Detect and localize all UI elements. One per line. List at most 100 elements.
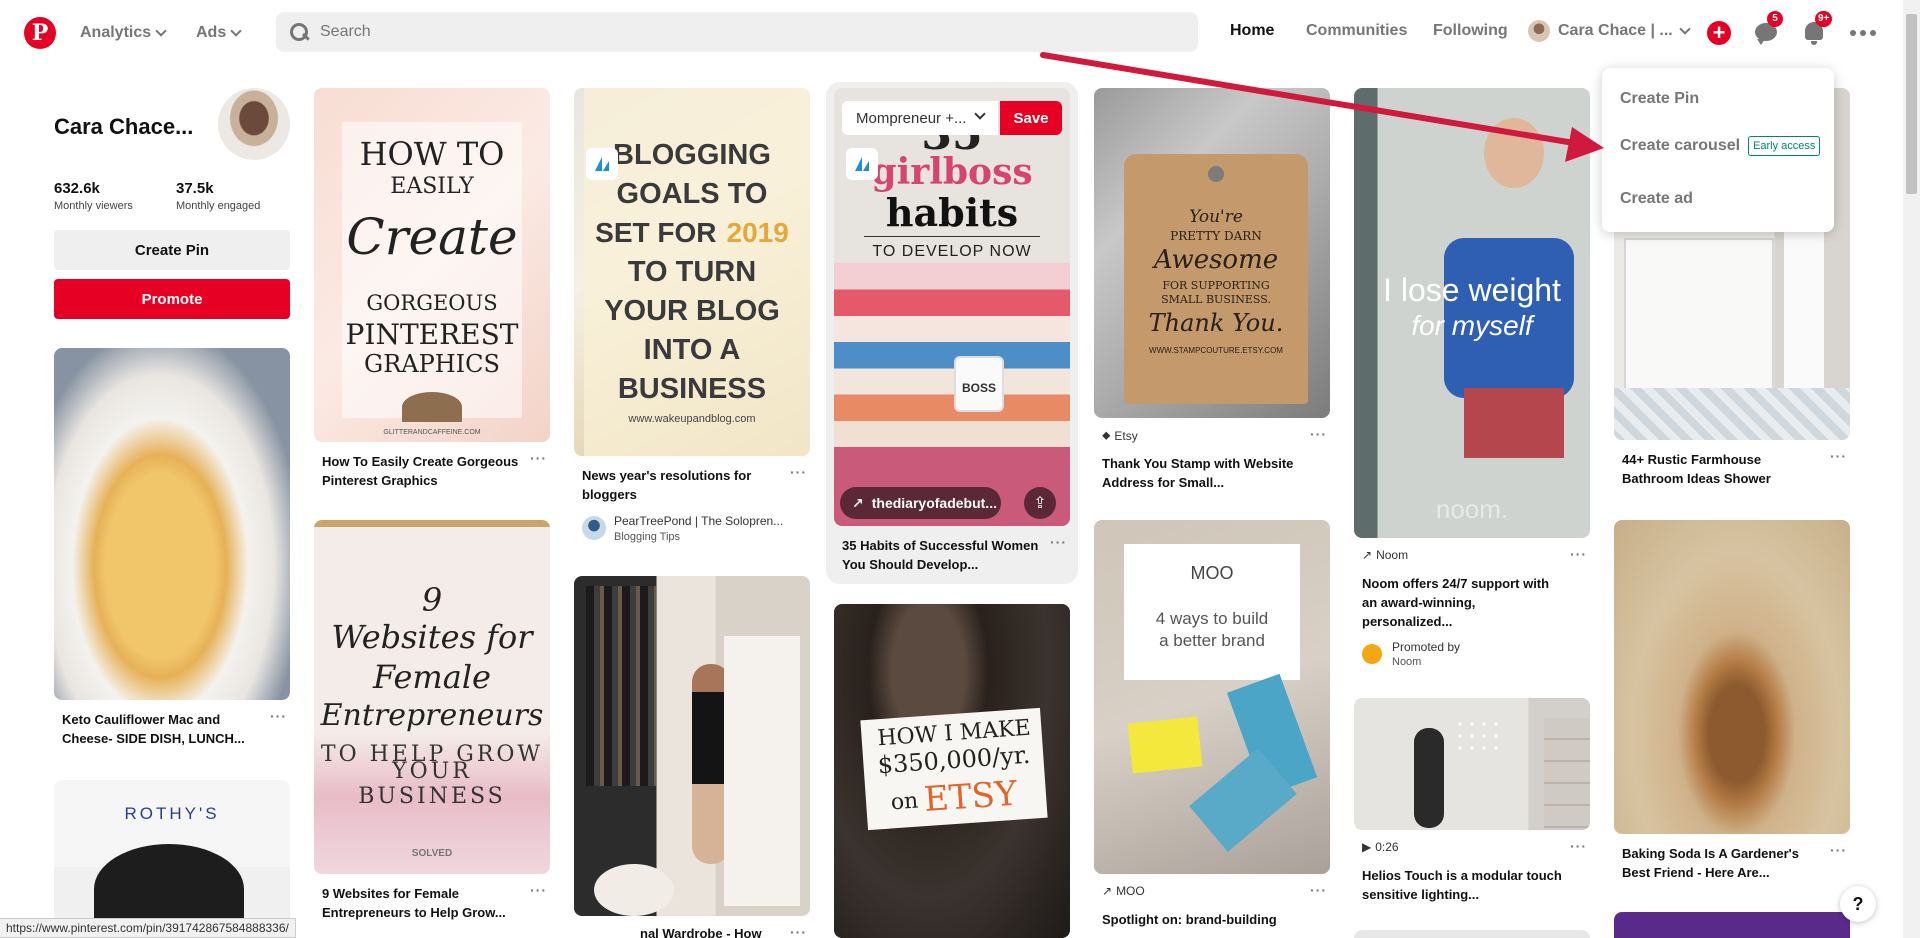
messages-button[interactable]: 5 xyxy=(1753,11,1783,45)
create-plus-button[interactable]: + xyxy=(1707,21,1731,45)
board-select-dropdown[interactable]: Mompreneur +... xyxy=(842,101,998,135)
notifications-button[interactable]: 9+ xyxy=(1801,11,1833,45)
pin-title[interactable]: Thank You Stamp with Website Address for… xyxy=(1102,454,1302,492)
save-button[interactable]: Save xyxy=(1000,101,1062,135)
status-bar-url: https://www.pinterest.com/pin/3917428675… xyxy=(0,918,296,938)
noom-logo-icon[interactable] xyxy=(1362,644,1382,664)
pin-image-thank-you-tag[interactable]: You're PRETTY DARN Awesome FOR SUPPORTIN… xyxy=(1094,88,1330,418)
menu-item-create-carousel[interactable]: Create carousel Early access xyxy=(1620,136,1821,156)
search-icon xyxy=(290,23,308,41)
img-text: noom. xyxy=(1435,493,1509,524)
pin-title[interactable]: Baking Soda Is A Gardener's Best Friend … xyxy=(1622,844,1822,882)
img-text: 9 xyxy=(421,581,443,619)
pin-more-icon[interactable]: ··· xyxy=(1310,882,1327,898)
pin-title[interactable]: nal Wardrobe - How xyxy=(640,924,770,938)
pin-title[interactable]: Helios Touch is a modular touch sensitiv… xyxy=(1362,866,1562,904)
pin-source[interactable]: ↗ Noom xyxy=(1362,548,1408,562)
pin-more-icon[interactable]: ··· xyxy=(1570,546,1587,562)
pin-title[interactable]: Keto Cauliflower Mac and Cheese- SIDE DI… xyxy=(62,710,262,748)
img-text: YOUR BUSINESS xyxy=(358,759,506,809)
promote-button[interactable]: Promote xyxy=(54,279,290,319)
pin-title[interactable]: Spotlight on: brand-building xyxy=(1102,910,1302,929)
pin-image-moo[interactable]: MOO 4 ways to build a better brand xyxy=(1094,520,1330,874)
pin-image-helios-touch[interactable] xyxy=(1354,698,1590,830)
monthly-engaged-label: Monthly engaged xyxy=(176,200,261,212)
pin-title[interactable]: News year's resolutions for bloggers xyxy=(582,466,782,504)
pin-image-rothys[interactable]: ROTHY'S xyxy=(54,780,290,938)
pin-title[interactable]: Noom offers 24/7 support with an award-w… xyxy=(1362,574,1562,631)
video-duration-label: 0:26 xyxy=(1375,840,1399,854)
img-text: 2019 xyxy=(726,217,789,248)
img-text: habits xyxy=(885,189,1019,235)
img-text: GRAPHICS xyxy=(364,350,500,378)
pin-image-etsy-income[interactable]: HOW I MAKE $350,000/yr. on ETSY xyxy=(834,604,1070,938)
pin-more-icon[interactable]: ··· xyxy=(1310,426,1327,442)
img-text: PRETTY DARN xyxy=(1170,229,1262,243)
messages-badge: 5 xyxy=(1767,11,1783,27)
profile-menu[interactable]: Cara Chace | ... xyxy=(1528,20,1691,42)
pinterest-logo-icon[interactable]: P xyxy=(24,17,56,49)
pin-more-icon[interactable]: ··· xyxy=(530,882,547,898)
chevron-down-icon xyxy=(155,24,167,37)
share-icon[interactable]: ⇪ xyxy=(1024,487,1056,519)
profile-name[interactable]: Cara Chace... xyxy=(54,114,193,140)
ads-label: Ads xyxy=(196,24,227,41)
nav-communities[interactable]: Communities xyxy=(1306,22,1407,40)
pin-image-blogging-goals[interactable]: BLOGGING GOALS TO SET FOR 2019 TO TURN Y… xyxy=(574,88,810,456)
pin-more-icon[interactable]: ··· xyxy=(1830,842,1847,858)
pin-image-baking-soda[interactable] xyxy=(1614,520,1850,834)
nav-home[interactable]: Home xyxy=(1230,22,1274,40)
pin-image-create-graphics[interactable]: HOW TO EASILY Create GORGEOUS PINTEREST … xyxy=(314,88,550,442)
sail-logo-icon xyxy=(846,148,878,180)
img-text: MOO xyxy=(1190,562,1234,583)
pin-title[interactable]: How To Easily Create Gorgeous Pinterest … xyxy=(322,452,522,490)
pin-image-cauliflower[interactable] xyxy=(54,348,290,700)
avatar[interactable] xyxy=(582,516,606,540)
pin-more-icon[interactable]: ··· xyxy=(1830,448,1847,464)
pin-more-icon[interactable]: ··· xyxy=(790,924,807,938)
pin-image-noom[interactable]: I lose weight for myself noom. xyxy=(1354,88,1590,538)
pin-source[interactable]: ↗ MOO xyxy=(1102,884,1145,898)
pin-title[interactable]: 35 Habits of Successful Women You Should… xyxy=(842,536,1052,574)
create-pin-button[interactable]: Create Pin xyxy=(54,230,290,270)
menu-item-create-ad[interactable]: Create ad xyxy=(1620,190,1693,208)
pin-user-name[interactable]: PearTreePond | The Solopren... xyxy=(614,514,783,528)
monthly-viewers-value: 632.6k xyxy=(54,180,100,197)
analytics-label: Analytics xyxy=(80,24,152,41)
pin-source[interactable]: ⬥ Etsy xyxy=(1102,428,1138,443)
nav-following[interactable]: Following xyxy=(1433,22,1508,40)
pin-more-icon[interactable]: ··· xyxy=(790,464,807,480)
pin-more-icon[interactable]: ··· xyxy=(270,708,287,724)
pin-more-icon[interactable]: ··· xyxy=(530,450,547,466)
pin-image-9-websites[interactable]: 9 Websites for Female Entrepreneurs TO H… xyxy=(314,520,550,874)
pin-title[interactable]: 9 Websites for Female Entrepreneurs to H… xyxy=(322,884,522,922)
promoter-name[interactable]: Noom xyxy=(1392,656,1421,668)
pin-image-partial[interactable] xyxy=(1354,930,1590,938)
monthly-viewers-label: Monthly viewers xyxy=(54,200,133,212)
pin-more-icon[interactable]: ··· xyxy=(1050,534,1067,550)
source-link-label: thediaryofadebut... xyxy=(871,495,997,511)
search-input[interactable] xyxy=(320,23,1180,41)
search-bar[interactable] xyxy=(276,12,1198,52)
pin-board-name[interactable]: Blogging Tips xyxy=(614,531,680,543)
pin-more-icon[interactable]: ··· xyxy=(1570,838,1587,854)
img-text: HOW TO xyxy=(359,135,505,173)
img-text: on xyxy=(889,788,920,815)
pin-image-partial[interactable] xyxy=(1614,912,1850,938)
notifications-badge: 9+ xyxy=(1815,11,1833,27)
source-link-button[interactable]: ↗ thediaryofadebut... xyxy=(840,487,1001,519)
menu-item-create-pin[interactable]: Create Pin xyxy=(1620,90,1699,108)
bathtub-shape xyxy=(1624,238,1774,398)
img-text: I lose weight xyxy=(1383,271,1561,308)
avatar xyxy=(1528,20,1550,42)
help-button[interactable]: ? xyxy=(1840,886,1876,922)
pin-title[interactable]: 44+ Rustic Farmhouse Bathroom Ideas Show… xyxy=(1622,450,1822,488)
ads-dropdown[interactable]: Ads xyxy=(196,20,242,46)
img-text: GORGEOUS xyxy=(366,291,498,315)
analytics-dropdown[interactable]: Analytics xyxy=(80,20,167,46)
more-options-icon[interactable] xyxy=(1850,30,1876,36)
video-duration: ▶ 0:26 xyxy=(1362,840,1399,854)
scrollbar-thumb[interactable] xyxy=(1906,14,1917,194)
profile-avatar[interactable] xyxy=(218,88,290,160)
pin-image-wardrobe[interactable] xyxy=(574,576,810,916)
